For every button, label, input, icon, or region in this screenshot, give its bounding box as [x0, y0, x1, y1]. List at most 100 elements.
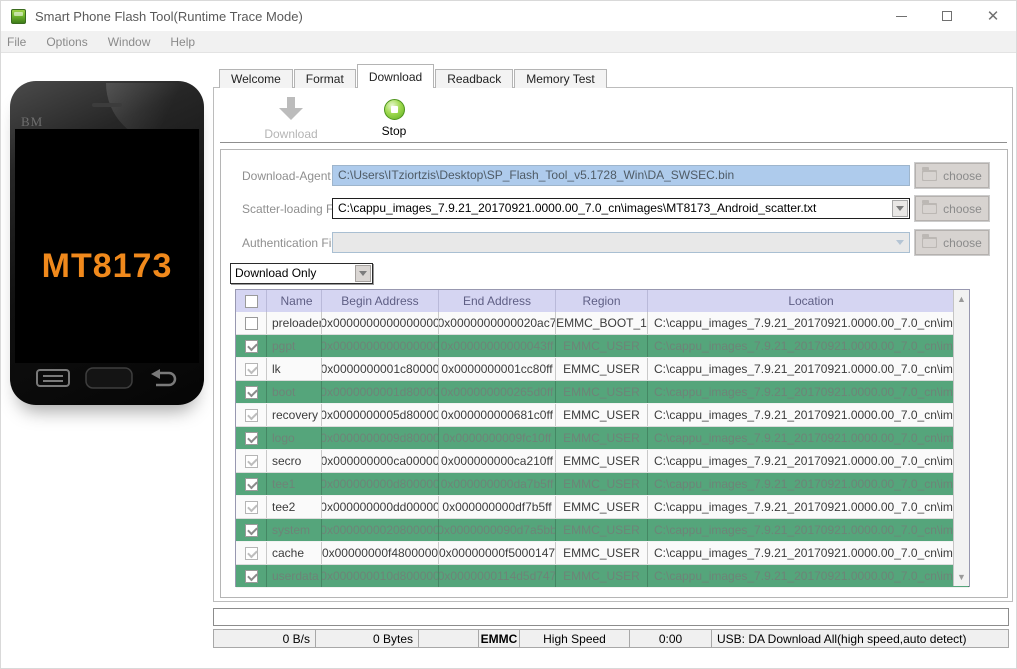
row-checkbox[interactable]	[244, 454, 258, 468]
table-row-cache[interactable]: cache 0x00000000f4800000 0x00000000f500014…	[236, 542, 969, 565]
download-settings-group: Download-Agent C:\Users\ITziortzis\Deskt…	[220, 149, 1008, 598]
phone-speaker	[92, 103, 122, 107]
table-row-recovery[interactable]: recovery 0x0000000005d80000 0x000000000681…	[236, 404, 969, 427]
cell-begin-address: 0x0000000001c80000	[322, 358, 439, 380]
menu-item-window[interactable]: Window	[98, 35, 161, 49]
row-checkbox[interactable]	[244, 339, 258, 353]
select-all-checkbox[interactable]	[244, 294, 258, 308]
table-row-preloader[interactable]: preloader 0x0000000000000000 0x00000000000…	[236, 312, 969, 335]
cell-location: C:\cappu_images_7.9.21_20170921.0000.00_…	[648, 381, 969, 403]
cell-location: C:\cappu_images_7.9.21_20170921.0000.00_…	[648, 427, 969, 449]
status-storage-type: EMMC	[479, 630, 520, 647]
scatter-file-choose-button[interactable]: choose	[915, 196, 989, 221]
download-button[interactable]: Download	[258, 97, 324, 141]
row-checkbox[interactable]	[244, 385, 258, 399]
download-button-label: Download	[264, 127, 318, 141]
cell-location: C:\cappu_images_7.9.21_20170921.0000.00_…	[648, 565, 969, 587]
row-checkbox-cell	[236, 450, 267, 472]
row-checkbox[interactable]	[244, 477, 258, 491]
cell-end-address: 0x000000000265d0ff	[439, 381, 556, 403]
download-agent-choose-button[interactable]: choose	[915, 163, 989, 188]
maximize-button[interactable]	[924, 1, 970, 31]
cell-end-address: 0x000000000ca210ff	[439, 450, 556, 472]
phone-menu-icon	[35, 369, 70, 387]
table-row-logo[interactable]: logo 0x0000000009d80000 0x0000000009fc10ff…	[236, 427, 969, 450]
table-scrollbar[interactable]: ▲ ▼	[953, 290, 969, 586]
scatter-dropdown-arrow-icon[interactable]	[892, 200, 908, 217]
column-header-name: Name	[267, 290, 322, 312]
device-preview: BM MT8173	[10, 81, 204, 405]
row-checkbox-cell	[236, 358, 267, 380]
row-checkbox[interactable]	[244, 408, 258, 422]
cell-region: EMMC_USER	[556, 358, 648, 380]
tab-strip: Welcome Format Download Readback Memory Test	[219, 64, 608, 88]
menu-item-help[interactable]: Help	[160, 35, 205, 49]
tab-welcome[interactable]: Welcome	[219, 69, 293, 88]
scatter-file-combobox[interactable]: C:\cappu_images_7.9.21_20170921.0000.00_…	[332, 198, 910, 219]
row-checkbox-cell	[236, 565, 267, 587]
phone-nav-bar	[10, 363, 204, 393]
phone-screen: MT8173	[15, 129, 199, 363]
table-row-boot[interactable]: boot 0x0000000001d80000 0x000000000265d0ff…	[236, 381, 969, 404]
phone-back-icon	[151, 369, 177, 387]
cell-location: C:\cappu_images_7.9.21_20170921.0000.00_…	[648, 335, 969, 357]
stop-icon	[383, 99, 405, 120]
cell-name: system	[267, 519, 322, 541]
row-checkbox[interactable]	[244, 316, 258, 330]
cell-begin-address: 0x00000000f4800000	[322, 542, 439, 564]
table-row-pgpt[interactable]: pgpt 0x0000000000000000 0x00000000000043ff…	[236, 335, 969, 358]
tab-readback[interactable]: Readback	[435, 69, 514, 88]
table-row-tee2[interactable]: tee2 0x000000000dd00000 0x000000000df7b5ff…	[236, 496, 969, 519]
row-checkbox[interactable]	[244, 546, 258, 560]
partition-table-header: Name Begin Address End Address Region Locati…	[236, 290, 969, 312]
close-button[interactable]: ✕	[970, 1, 1016, 31]
menu-item-file[interactable]: File	[1, 35, 36, 49]
cell-end-address: 0x000000000df7b5ff	[439, 496, 556, 518]
table-row-secro[interactable]: secro 0x000000000ca00000 0x000000000ca210f…	[236, 450, 969, 473]
cell-end-address: 0x0000000090d7a5bb	[439, 519, 556, 541]
cell-region: EMMC_USER	[556, 473, 648, 495]
phone-home-button	[85, 367, 133, 389]
stop-button[interactable]: Stop	[372, 97, 416, 138]
scroll-up-icon[interactable]: ▲	[954, 291, 969, 307]
tab-format[interactable]: Format	[293, 69, 356, 88]
row-checkbox-cell	[236, 473, 267, 495]
flash-mode-select[interactable]: Download Only	[230, 263, 373, 284]
auth-file-choose-button[interactable]: choose	[915, 230, 989, 255]
auth-dropdown-arrow-icon	[892, 234, 908, 251]
cell-begin-address: 0x0000000020800000	[322, 519, 439, 541]
scroll-down-icon[interactable]: ▼	[954, 569, 969, 585]
row-checkbox-cell	[236, 519, 267, 541]
table-row-tee1[interactable]: tee1 0x000000000d800000 0x000000000da7b5ff…	[236, 473, 969, 496]
download-agent-field[interactable]: C:\Users\ITziortzis\Desktop\SP_Flash_Too…	[332, 165, 910, 186]
scatter-file-label: Scatter-loading File	[242, 202, 346, 216]
cell-name: cache	[267, 542, 322, 564]
cell-name: tee2	[267, 496, 322, 518]
row-checkbox[interactable]	[244, 431, 258, 445]
cell-region: EMMC_USER	[556, 404, 648, 426]
table-row-system[interactable]: system 0x0000000020800000 0x0000000090d7a5…	[236, 519, 969, 542]
cell-location: C:\cappu_images_7.9.21_20170921.0000.00_…	[648, 312, 969, 334]
table-row-userdata[interactable]: userdata 0x000000010d800000 0x0000000114d5…	[236, 565, 969, 588]
row-checkbox[interactable]	[244, 523, 258, 537]
cell-begin-address: 0x0000000000000000	[322, 312, 439, 334]
cell-name: lk	[267, 358, 322, 380]
cell-begin-address: 0x0000000000000000	[322, 335, 439, 357]
cell-end-address: 0x0000000001cc80ff	[439, 358, 556, 380]
row-checkbox[interactable]	[244, 500, 258, 514]
row-checkbox-cell	[236, 427, 267, 449]
row-checkbox-cell	[236, 312, 267, 334]
table-row-lk[interactable]: lk 0x0000000001c80000 0x0000000001cc80ff EM…	[236, 358, 969, 381]
tab-download[interactable]: Download	[356, 64, 435, 88]
row-checkbox[interactable]	[244, 569, 258, 583]
row-checkbox[interactable]	[244, 362, 258, 376]
cell-name: pgpt	[267, 335, 322, 357]
choose-button-label: choose	[943, 235, 982, 250]
menu-item-options[interactable]: Options	[36, 35, 97, 49]
flash-toolbar: Download Stop	[220, 95, 1006, 141]
minimize-button[interactable]	[878, 1, 924, 31]
status-bar: 0 B/s 0 Bytes EMMC High Speed 0:00 USB: …	[213, 629, 1009, 648]
tab-memory-test[interactable]: Memory Test	[514, 69, 607, 88]
cell-begin-address: 0x000000000ca00000	[322, 450, 439, 472]
cell-region: EMMC_USER	[556, 542, 648, 564]
